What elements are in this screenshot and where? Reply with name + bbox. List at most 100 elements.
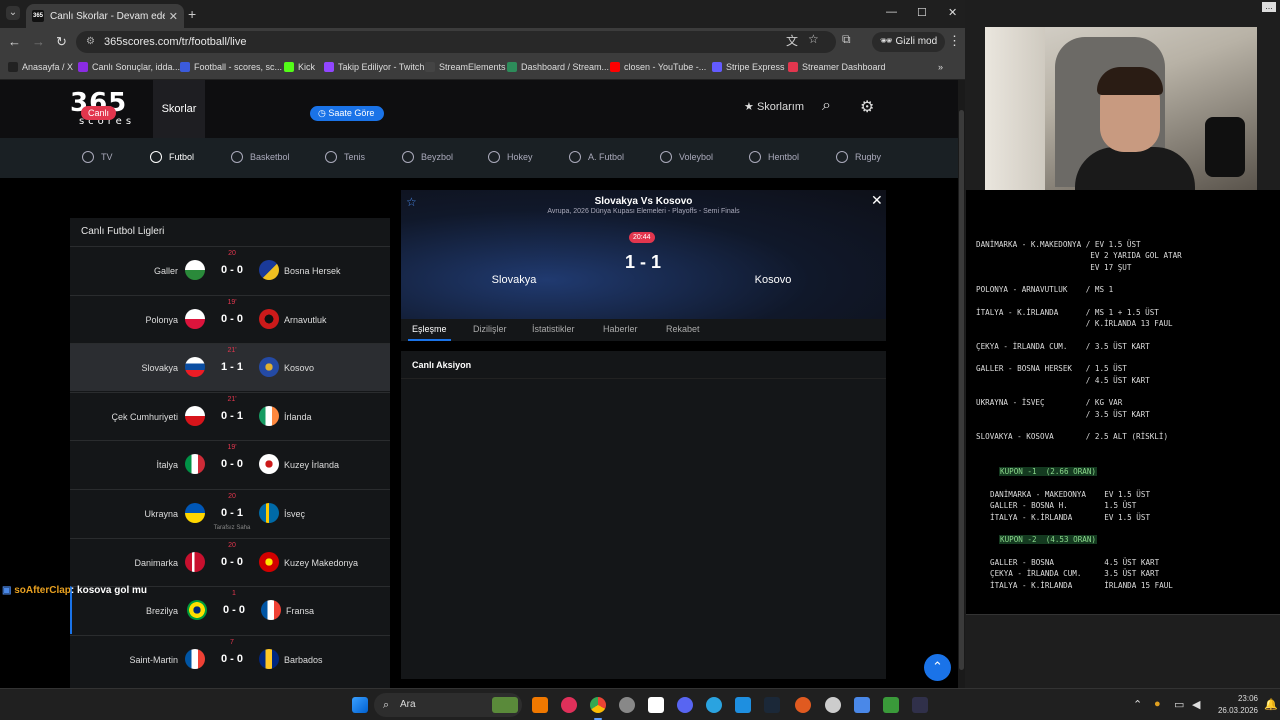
sort-by-time-button[interactable]: ◷ Saate Göre	[310, 106, 385, 121]
app2-icon[interactable]	[854, 697, 870, 713]
match-row[interactable]: 20 Ukrayna 0 - 1 İsveç Tarafsız Saha	[70, 489, 390, 537]
bookmark-star-icon[interactable]: ☆	[808, 32, 819, 46]
browser-tab[interactable]: 365 Canlı Skorlar - Devam eden maç ✕	[26, 4, 184, 28]
bookmark-item[interactable]: Dashboard / Stream...	[507, 62, 609, 72]
tray-chevron-icon[interactable]: ⌃	[1133, 698, 1142, 711]
nav-skorlar[interactable]: Skorlar	[153, 80, 205, 138]
mic-icon[interactable]: ●	[1154, 698, 1161, 710]
tab-title: Canlı Skorlar - Devam eden maç	[50, 10, 165, 22]
match-row[interactable]: 19' Polonya 0 - 0 Arnavutluk	[70, 294, 390, 343]
match-time-badge: 20:44	[629, 232, 655, 243]
bookmark-item[interactable]: Football - scores, sc...	[180, 62, 282, 72]
poland-flag-icon	[185, 308, 205, 329]
vlc-icon[interactable]	[532, 697, 548, 713]
sport-tab-voleybol[interactable]: Voleybol	[660, 151, 713, 163]
sport-tab-hentbol[interactable]: Hentbol	[749, 151, 799, 163]
sport-tab-rugby[interactable]: Rugby	[836, 151, 881, 163]
match-row[interactable]: 21' Slovakya 1 - 1 Kosovo	[70, 343, 390, 392]
bookmark-item[interactable]: Takip Ediliyor - Twitch	[324, 62, 424, 72]
match-row[interactable]: 20 Galler 0 - 0 Bosna Hersek	[70, 246, 390, 294]
scroll-to-top-button[interactable]: ⌃	[924, 654, 951, 681]
sport-tab-beyzbol[interactable]: Beyzbol	[402, 151, 453, 163]
settings-gear-icon[interactable]: ⚙	[860, 97, 874, 117]
extensions-icon[interactable]: ⧉	[842, 32, 851, 47]
tab-istatistikler[interactable]: İstatistikler	[532, 324, 575, 334]
widget-icon[interactable]	[492, 697, 518, 713]
sport-tab-basketbol[interactable]: Basketbol	[231, 151, 290, 163]
app-icon[interactable]	[619, 697, 635, 713]
steam-icon[interactable]	[764, 697, 780, 713]
volume-icon[interactable]: ◀	[1192, 698, 1200, 711]
new-tab-button[interactable]: +	[188, 6, 196, 22]
match-note: Tarafsız Saha	[213, 525, 251, 531]
brazil-flag-icon	[187, 600, 207, 621]
tab-rekabet[interactable]: Rekabet	[666, 324, 700, 334]
match-row[interactable]: 19' İtalya 0 - 0 Kuzey İrlanda	[70, 440, 390, 488]
sport-tab-tenis[interactable]: Tenis	[325, 151, 365, 163]
close-icon[interactable]: ✕	[871, 192, 883, 209]
note-line: / 4.5 ÜST KART	[976, 375, 1150, 385]
chrome-icon[interactable]	[590, 697, 606, 713]
discord-icon[interactable]	[677, 697, 693, 713]
forward-icon[interactable]: →	[32, 34, 45, 49]
match-minute: 21'	[227, 347, 237, 355]
bookmark-item[interactable]: closen - YouTube -...	[610, 62, 706, 72]
match-row[interactable]: 20 Danimarka 0 - 0 Kuzey Makedonya	[70, 537, 390, 586]
reload-icon[interactable]: ↻	[56, 34, 67, 50]
page-scrollbar[interactable]	[958, 80, 965, 688]
tab-search-button[interactable]: ⌄	[6, 6, 20, 20]
network-icon[interactable]: ▭	[1174, 698, 1184, 711]
close-tab-icon[interactable]: ✕	[169, 10, 178, 23]
obs-icon[interactable]	[795, 697, 811, 713]
minimize-button[interactable]: —	[886, 6, 897, 18]
bookmark-item[interactable]: Kick	[284, 62, 315, 72]
sport-tab-futbol[interactable]: Futbol	[150, 151, 194, 163]
incognito-badge[interactable]: 🕶 Gizli mod	[872, 32, 946, 52]
telegram-icon[interactable]	[706, 697, 722, 713]
bookmark-item[interactable]: Stripe Express	[712, 62, 785, 72]
live-filter-badge[interactable]: Canlı	[81, 106, 117, 120]
sport-tab-hokey[interactable]: Hokey	[488, 151, 533, 163]
close-window-button[interactable]: ✕	[948, 6, 957, 19]
match-score: 0 - 1	[220, 507, 243, 519]
bookmarks-overflow-icon[interactable]: »	[938, 62, 943, 72]
away-team: Bosna Hersek	[284, 266, 341, 276]
windows-start-icon[interactable]	[352, 697, 368, 713]
bookmark-item[interactable]: Anasayfa / X	[8, 62, 73, 72]
tab-dizililer[interactable]: Dizilişler	[473, 324, 507, 334]
match-minute: 20	[228, 541, 236, 549]
clock[interactable]: 23:06 26.03.2026	[1208, 693, 1258, 717]
coupon-title: KUPON -2 (4.53 ORAN)	[999, 535, 1098, 544]
sport-tab-tv[interactable]: TV	[82, 151, 113, 163]
sport-label: Rugby	[855, 152, 882, 162]
star-icon: ★	[744, 101, 754, 113]
back-icon[interactable]: ←	[8, 34, 21, 49]
settings-icon[interactable]	[825, 697, 841, 713]
sport-icon	[749, 151, 761, 163]
bookmark-item[interactable]: Streamer Dashboard	[788, 62, 886, 72]
address-bar[interactable]: ⚙ 365scores.com/tr/football/live	[76, 31, 836, 53]
notification-bell-icon[interactable]: 🔔	[1264, 698, 1278, 711]
bookmark-item[interactable]: StreamElements	[425, 62, 506, 72]
site-info-icon[interactable]: ⚙	[86, 31, 95, 53]
tab-eleme[interactable]: Eşleşme	[408, 324, 450, 341]
home-team: Slovakya	[141, 363, 178, 374]
media-player-icon[interactable]	[561, 697, 577, 713]
scrollbar-thumb[interactable]	[959, 110, 964, 670]
maximize-button[interactable]: ☐	[917, 6, 927, 19]
sport-label: A. Futbol	[588, 152, 625, 162]
terminal-icon[interactable]	[912, 697, 928, 713]
tab-haberler[interactable]: Haberler	[603, 324, 638, 334]
my-scores-link[interactable]: ★ Skorlarım	[744, 100, 804, 113]
corner-menu-icon[interactable]: …	[1262, 2, 1276, 12]
translate-icon[interactable]: 文	[786, 32, 798, 49]
sport-tab-afutbol[interactable]: A. Futbol	[569, 151, 624, 163]
menu-icon[interactable]: ⋮	[948, 33, 961, 49]
search-icon[interactable]: ⌕	[822, 97, 831, 115]
bookmark-item[interactable]: Canlı Sonuçlar, idda...	[78, 62, 180, 72]
notepad-icon[interactable]	[883, 697, 899, 713]
match-row[interactable]: 21' Çek Cumhuriyeti 0 - 1 İrlanda	[70, 391, 390, 440]
mail-icon[interactable]	[735, 697, 751, 713]
m-app-icon[interactable]	[648, 697, 664, 713]
match-row[interactable]: 7 Saint-Martin 0 - 0 Barbados	[70, 634, 390, 683]
